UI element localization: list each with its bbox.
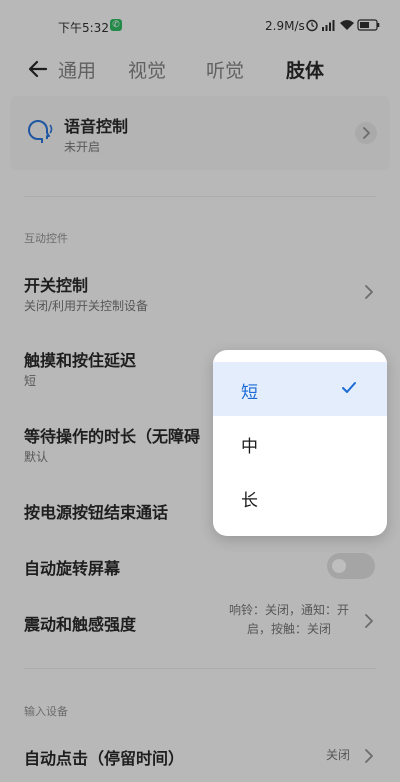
network-speed: 2.9M/s (265, 19, 305, 33)
voice-head-icon (28, 120, 53, 143)
back-arrow-icon[interactable] (26, 57, 50, 81)
battery-icon (357, 19, 380, 31)
chevron-right-icon (365, 614, 373, 628)
voice-control-title: 语音控制 (64, 117, 129, 136)
auto-rotate-title: 自动旋转屏幕 (24, 559, 121, 578)
tab-hearing[interactable]: 听觉 (206, 56, 244, 83)
vibration-title: 震动和触感强度 (24, 615, 137, 634)
wait-time-title: 等待操作的时长（无障碍 (24, 427, 201, 446)
wifi-icon (340, 20, 354, 30)
tab-physical[interactable]: 肢体 (286, 56, 324, 83)
status-icons (306, 19, 380, 32)
option-short-label: 短 (241, 383, 258, 403)
circle-chevron-right-icon (355, 122, 377, 144)
auto-click-title: 自动点击（停留时间） (24, 749, 185, 768)
tab-vision[interactable]: 视觉 (128, 56, 166, 83)
touch-hold-delay-value: 短 (24, 374, 37, 388)
delay-options-popup: 短 中 长 (213, 350, 387, 536)
checkmark-icon (342, 382, 356, 393)
wait-time-value: 默认 (24, 450, 49, 464)
vibration-value-line2: 启，按触：关闭 (246, 622, 331, 636)
voice-control-status: 未开启 (64, 140, 101, 154)
option-long[interactable]: 长 (213, 470, 387, 524)
chevron-right-icon (365, 285, 373, 299)
option-long-label: 长 (241, 491, 258, 511)
option-medium-label: 中 (241, 437, 258, 457)
chevron-right-icon (365, 749, 373, 763)
option-medium[interactable]: 中 (213, 416, 387, 470)
auto-rotate-toggle[interactable] (327, 553, 375, 579)
auto-click-value: 关闭 (326, 748, 351, 762)
vibration-value: 响铃：关闭，通知：开 启，按触：关闭 (218, 601, 360, 639)
signal-icon (322, 20, 335, 31)
voice-control-card[interactable]: 语音控制 未开启 (10, 96, 390, 170)
call-icon: ✆ (110, 19, 122, 31)
status-bar: 下午5:32 ✆ 2.9M/s (0, 0, 400, 52)
switch-control-subtitle: 关闭/利用开关控制设备 (24, 299, 149, 313)
option-short[interactable]: 短 (213, 362, 387, 416)
section-header-input: 输入设备 (24, 705, 68, 718)
switch-control-title: 开关控制 (24, 276, 89, 295)
section-header-interaction: 互动控件 (24, 232, 68, 245)
tab-general[interactable]: 通用 (58, 56, 96, 83)
tab-header: 通用 视觉 听觉 肢体 (0, 52, 400, 96)
divider (24, 668, 376, 669)
alarm-icon (306, 19, 318, 32)
divider (24, 196, 376, 197)
vibration-value-line1: 响铃：关闭，通知：开 (228, 603, 349, 617)
status-time: 下午5:32 (58, 21, 109, 35)
toggle-knob (332, 559, 346, 573)
touch-hold-delay-title: 触摸和按住延迟 (24, 351, 137, 370)
power-end-call-title: 按电源按钮结束通话 (24, 503, 169, 522)
